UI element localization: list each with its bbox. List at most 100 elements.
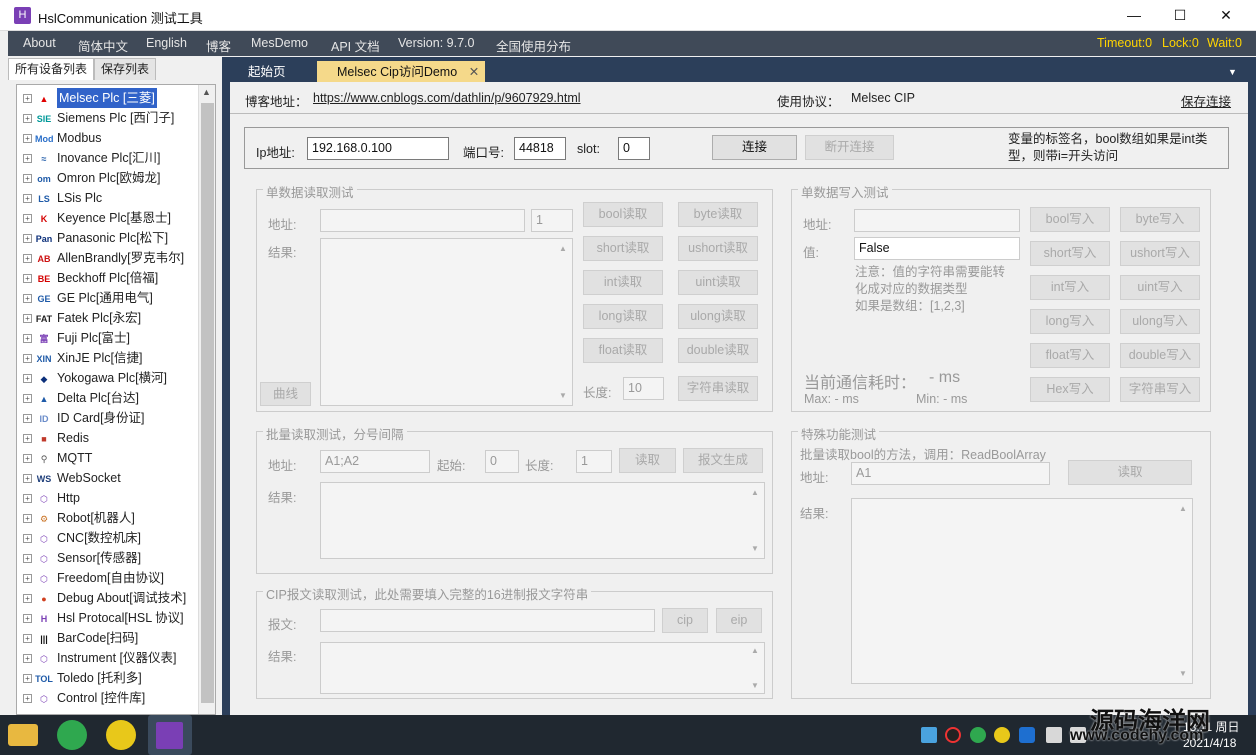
special-address-input[interactable]: A1 [851,462,1050,485]
menu-mesdemo[interactable]: MesDemo [251,36,308,50]
tab-melsec-cip[interactable]: Melsec Cip访问Demo ✕ [317,61,486,83]
scroll-up-icon[interactable]: ▲ [202,87,211,97]
expand-icon[interactable]: + [23,554,32,564]
expand-icon[interactable]: + [23,374,32,384]
cip-result-area[interactable]: ▲ ▼ [320,642,765,694]
special-result-scrollbar[interactable]: ▲ ▼ [1176,500,1191,682]
tree-scroll-thumb[interactable] [201,103,214,703]
tree-item[interactable]: + ≈ Inovance Plc[汇川] [23,148,203,168]
tree-item[interactable]: + ||| BarCode[扫码] [23,628,203,648]
expand-icon[interactable]: + [23,94,32,104]
expand-icon[interactable]: + [23,694,32,704]
write-type-button[interactable]: 字符串写入 [1120,377,1200,402]
batch-address-input[interactable]: A1;A2 [320,450,430,473]
write-type-button[interactable]: byte写入 [1120,207,1200,232]
cip-result-scrollbar[interactable]: ▲ ▼ [748,644,763,692]
tree-item[interactable]: + ⚲ MQTT [23,448,203,468]
write-type-button[interactable]: int写入 [1030,275,1110,300]
write-type-button[interactable]: ulong写入 [1120,309,1200,334]
read-type-button[interactable]: double读取 [678,338,758,363]
file-explorer-icon[interactable] [8,724,38,746]
expand-icon[interactable]: + [23,314,32,324]
tree-item[interactable]: + SIE Siemens Plc [西门子] [23,108,203,128]
write-type-button[interactable]: bool写入 [1030,207,1110,232]
maximize-button[interactable]: ☐ [1157,0,1203,31]
tab-saved-list[interactable]: 保存列表 [94,58,157,80]
tab-dropdown-icon[interactable]: ▼ [1228,67,1237,77]
read-address-input[interactable] [320,209,525,232]
read-result-scrollbar[interactable]: ▲ ▼ [556,240,571,404]
expand-icon[interactable]: + [23,454,32,464]
expand-icon[interactable]: + [23,114,32,124]
menu-blog[interactable]: 博客 [206,36,231,55]
disconnect-button[interactable]: 断开连接 [805,135,894,160]
special-result-area[interactable]: ▲ ▼ [851,498,1193,684]
ip-input[interactable]: 192.168.0.100 [307,137,449,160]
tree-scrollbar[interactable]: ▲ [198,85,215,714]
tree-item[interactable]: + ⬡ Sensor[传感器] [23,548,203,568]
write-address-input[interactable] [854,209,1020,232]
expand-icon[interactable]: + [23,254,32,264]
tree-item[interactable]: + BE Beckhoff Plc[倍福] [23,268,203,288]
eip-button[interactable]: eip [716,608,762,633]
batch-generate-button[interactable]: 报文生成 [683,448,763,473]
cip-message-input[interactable] [320,609,655,632]
expand-icon[interactable]: + [23,414,32,424]
batch-length-input[interactable]: 1 [576,450,612,473]
tree-item[interactable]: + Mod Modbus [23,128,203,148]
tree-item[interactable]: + XIN XinJE Plc[信捷] [23,348,203,368]
write-value-input[interactable]: False [854,237,1020,260]
expand-icon[interactable]: + [23,274,32,284]
tray-browser-icon[interactable] [970,727,986,743]
write-type-button[interactable]: double写入 [1120,343,1200,368]
expand-icon[interactable]: + [23,634,32,644]
expand-icon[interactable]: + [23,614,32,624]
write-type-button[interactable]: uint写入 [1120,275,1200,300]
write-type-button[interactable]: short写入 [1030,241,1110,266]
save-connection-link[interactable]: 保存连接 [1181,91,1231,110]
expand-icon[interactable]: + [23,214,32,224]
read-type-button[interactable]: uint读取 [678,270,758,295]
connect-button[interactable]: 连接 [712,135,797,160]
expand-icon[interactable]: + [23,574,32,584]
cip-button[interactable]: cip [662,608,708,633]
tree-item[interactable]: + 富 Fuji Plc[富士] [23,328,203,348]
tree-item[interactable]: + ⬡ CNC[数控机床] [23,528,203,548]
plus-app-icon[interactable] [106,720,136,750]
tree-item[interactable]: + FAT Fatek Plc[永宏] [23,308,203,328]
close-button[interactable]: ✕ [1203,0,1249,31]
curve-button[interactable]: 曲线 [260,382,311,406]
tree-item[interactable]: + ▲ Delta Plc[台达] [23,388,203,408]
minimize-button[interactable]: — [1111,0,1157,31]
slot-input[interactable]: 0 [618,137,650,160]
expand-icon[interactable]: + [23,434,32,444]
read-type-button[interactable]: int读取 [583,270,663,295]
tree-item[interactable]: + WS WebSocket [23,468,203,488]
read-type-button[interactable]: byte读取 [678,202,758,227]
hsl-app-taskbar-button[interactable] [148,715,192,755]
expand-icon[interactable]: + [23,594,32,604]
tree-item[interactable]: + ▲ Melsec Plc [三菱] [23,88,203,108]
menu-english[interactable]: English [146,36,187,50]
tree-item[interactable]: + ID ID Card[身份证] [23,408,203,428]
read-length-input[interactable]: 10 [623,377,664,400]
tree-item[interactable]: + ◆ Yokogawa Plc[横河] [23,368,203,388]
tray-qq-icon[interactable] [945,727,961,743]
expand-icon[interactable]: + [23,134,32,144]
menu-chinese[interactable]: 简体中文 [78,36,128,55]
tree-item[interactable]: + GE GE Plc[通用电气] [23,288,203,308]
tree-item[interactable]: + ⚙ Robot[机器人] [23,508,203,528]
menu-version[interactable]: Version: 9.7.0 [398,36,474,50]
bluetooth-icon[interactable] [1019,727,1035,743]
batch-result-area[interactable]: ▲ ▼ [320,482,765,559]
expand-icon[interactable]: + [23,394,32,404]
tree-item[interactable]: + ⬡ Instrument [仪器仪表] [23,648,203,668]
tree-item[interactable]: + ⬡ Freedom[自由协议] [23,568,203,588]
read-type-button[interactable]: short读取 [583,236,663,261]
read-type-button[interactable]: ulong读取 [678,304,758,329]
expand-icon[interactable]: + [23,194,32,204]
tree-item[interactable]: + ■ Redis [23,428,203,448]
write-type-button[interactable]: Hex写入 [1030,377,1110,402]
expand-icon[interactable]: + [23,334,32,344]
expand-icon[interactable]: + [23,234,32,244]
